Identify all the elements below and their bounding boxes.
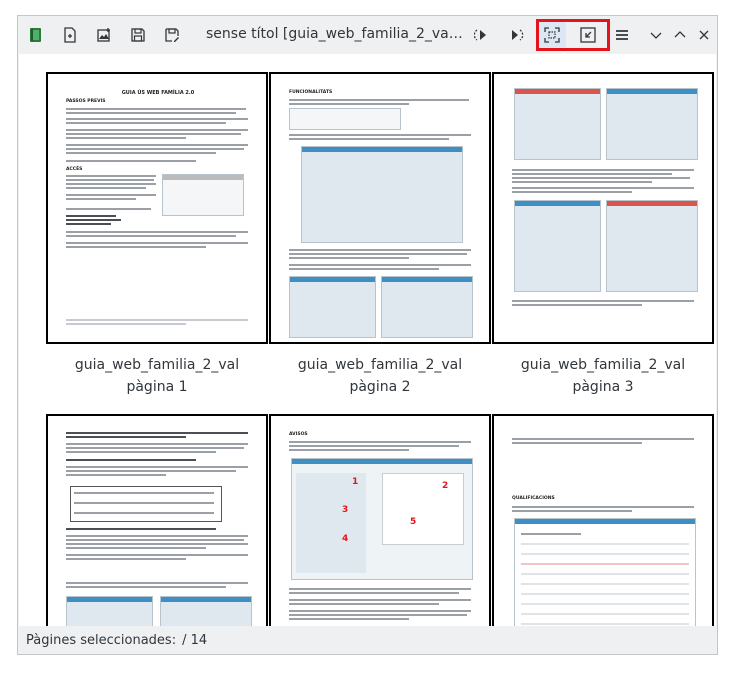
thumb-heading: QUALIFICACIONS (512, 496, 555, 501)
rotate-left-icon[interactable] (468, 21, 496, 49)
page-caption-3: guia_web_familia_2_val pàgina 3 (488, 354, 716, 398)
page-thumbnail-2[interactable]: FUNCIONALITATS (269, 72, 491, 344)
new-page-icon[interactable] (56, 21, 84, 49)
page-caption-2: guia_web_familia_2_val pàgina 2 (265, 354, 495, 398)
selected-pages-label: Pàgines seleccionades: (26, 632, 177, 648)
insert-image-icon[interactable] (90, 21, 118, 49)
page-caption-1: guia_web_familia_2_val pàgina 1 (42, 354, 272, 398)
window-title: sense títol [guia_web_familia_2_val] – .… (206, 26, 466, 42)
page-file-name: guia_web_familia_2_val (74, 357, 240, 373)
page-grid[interactable]: GUIA ÚS WEB FAMÍLIA 2.0 PASSOS PREVIS AC… (19, 54, 716, 626)
page-thumbnail-3[interactable] (492, 72, 714, 344)
page-number-label: pàgina 3 (572, 379, 634, 395)
thumb-heading: FUNCIONALITATS (289, 90, 333, 95)
selected-pages-value: / 14 (182, 632, 208, 648)
page-thumbnail-6[interactable]: QUALIFICACIONS (492, 414, 714, 626)
menu-icon[interactable] (608, 21, 636, 49)
thumb-heading: AVISOS (289, 432, 308, 437)
highlight-box (536, 19, 610, 51)
rotate-right-icon[interactable] (502, 21, 530, 49)
page-thumbnail-1[interactable]: GUIA ÚS WEB FAMÍLIA 2.0 PASSOS PREVIS AC… (46, 72, 268, 344)
title-bar: sense títol [guia_web_familia_2_val] – .… (18, 16, 717, 54)
page-number-label: pàgina 1 (126, 379, 188, 395)
thumb-heading: PASSOS PREVIS (66, 99, 106, 104)
app-icon (22, 21, 50, 49)
page-thumbnail-5[interactable]: AVISOS 1 2 3 4 5 (269, 414, 491, 626)
thumb-heading-2: ACCÉS (66, 167, 83, 172)
page-number-label: pàgina 2 (349, 379, 411, 395)
page-thumbnail-4[interactable] (46, 414, 268, 626)
page-file-name: guia_web_familia_2_val (297, 357, 463, 373)
save-icon[interactable] (124, 21, 152, 49)
thumb-title: GUIA ÚS WEB FAMÍLIA 2.0 (121, 90, 195, 96)
close-icon[interactable] (690, 21, 717, 49)
status-bar: Pàgines seleccionades: / 14 (18, 626, 717, 654)
page-file-name: guia_web_familia_2_val (520, 357, 686, 373)
save-as-icon[interactable] (158, 21, 186, 49)
app-window: sense títol [guia_web_familia_2_val] – .… (17, 15, 718, 655)
